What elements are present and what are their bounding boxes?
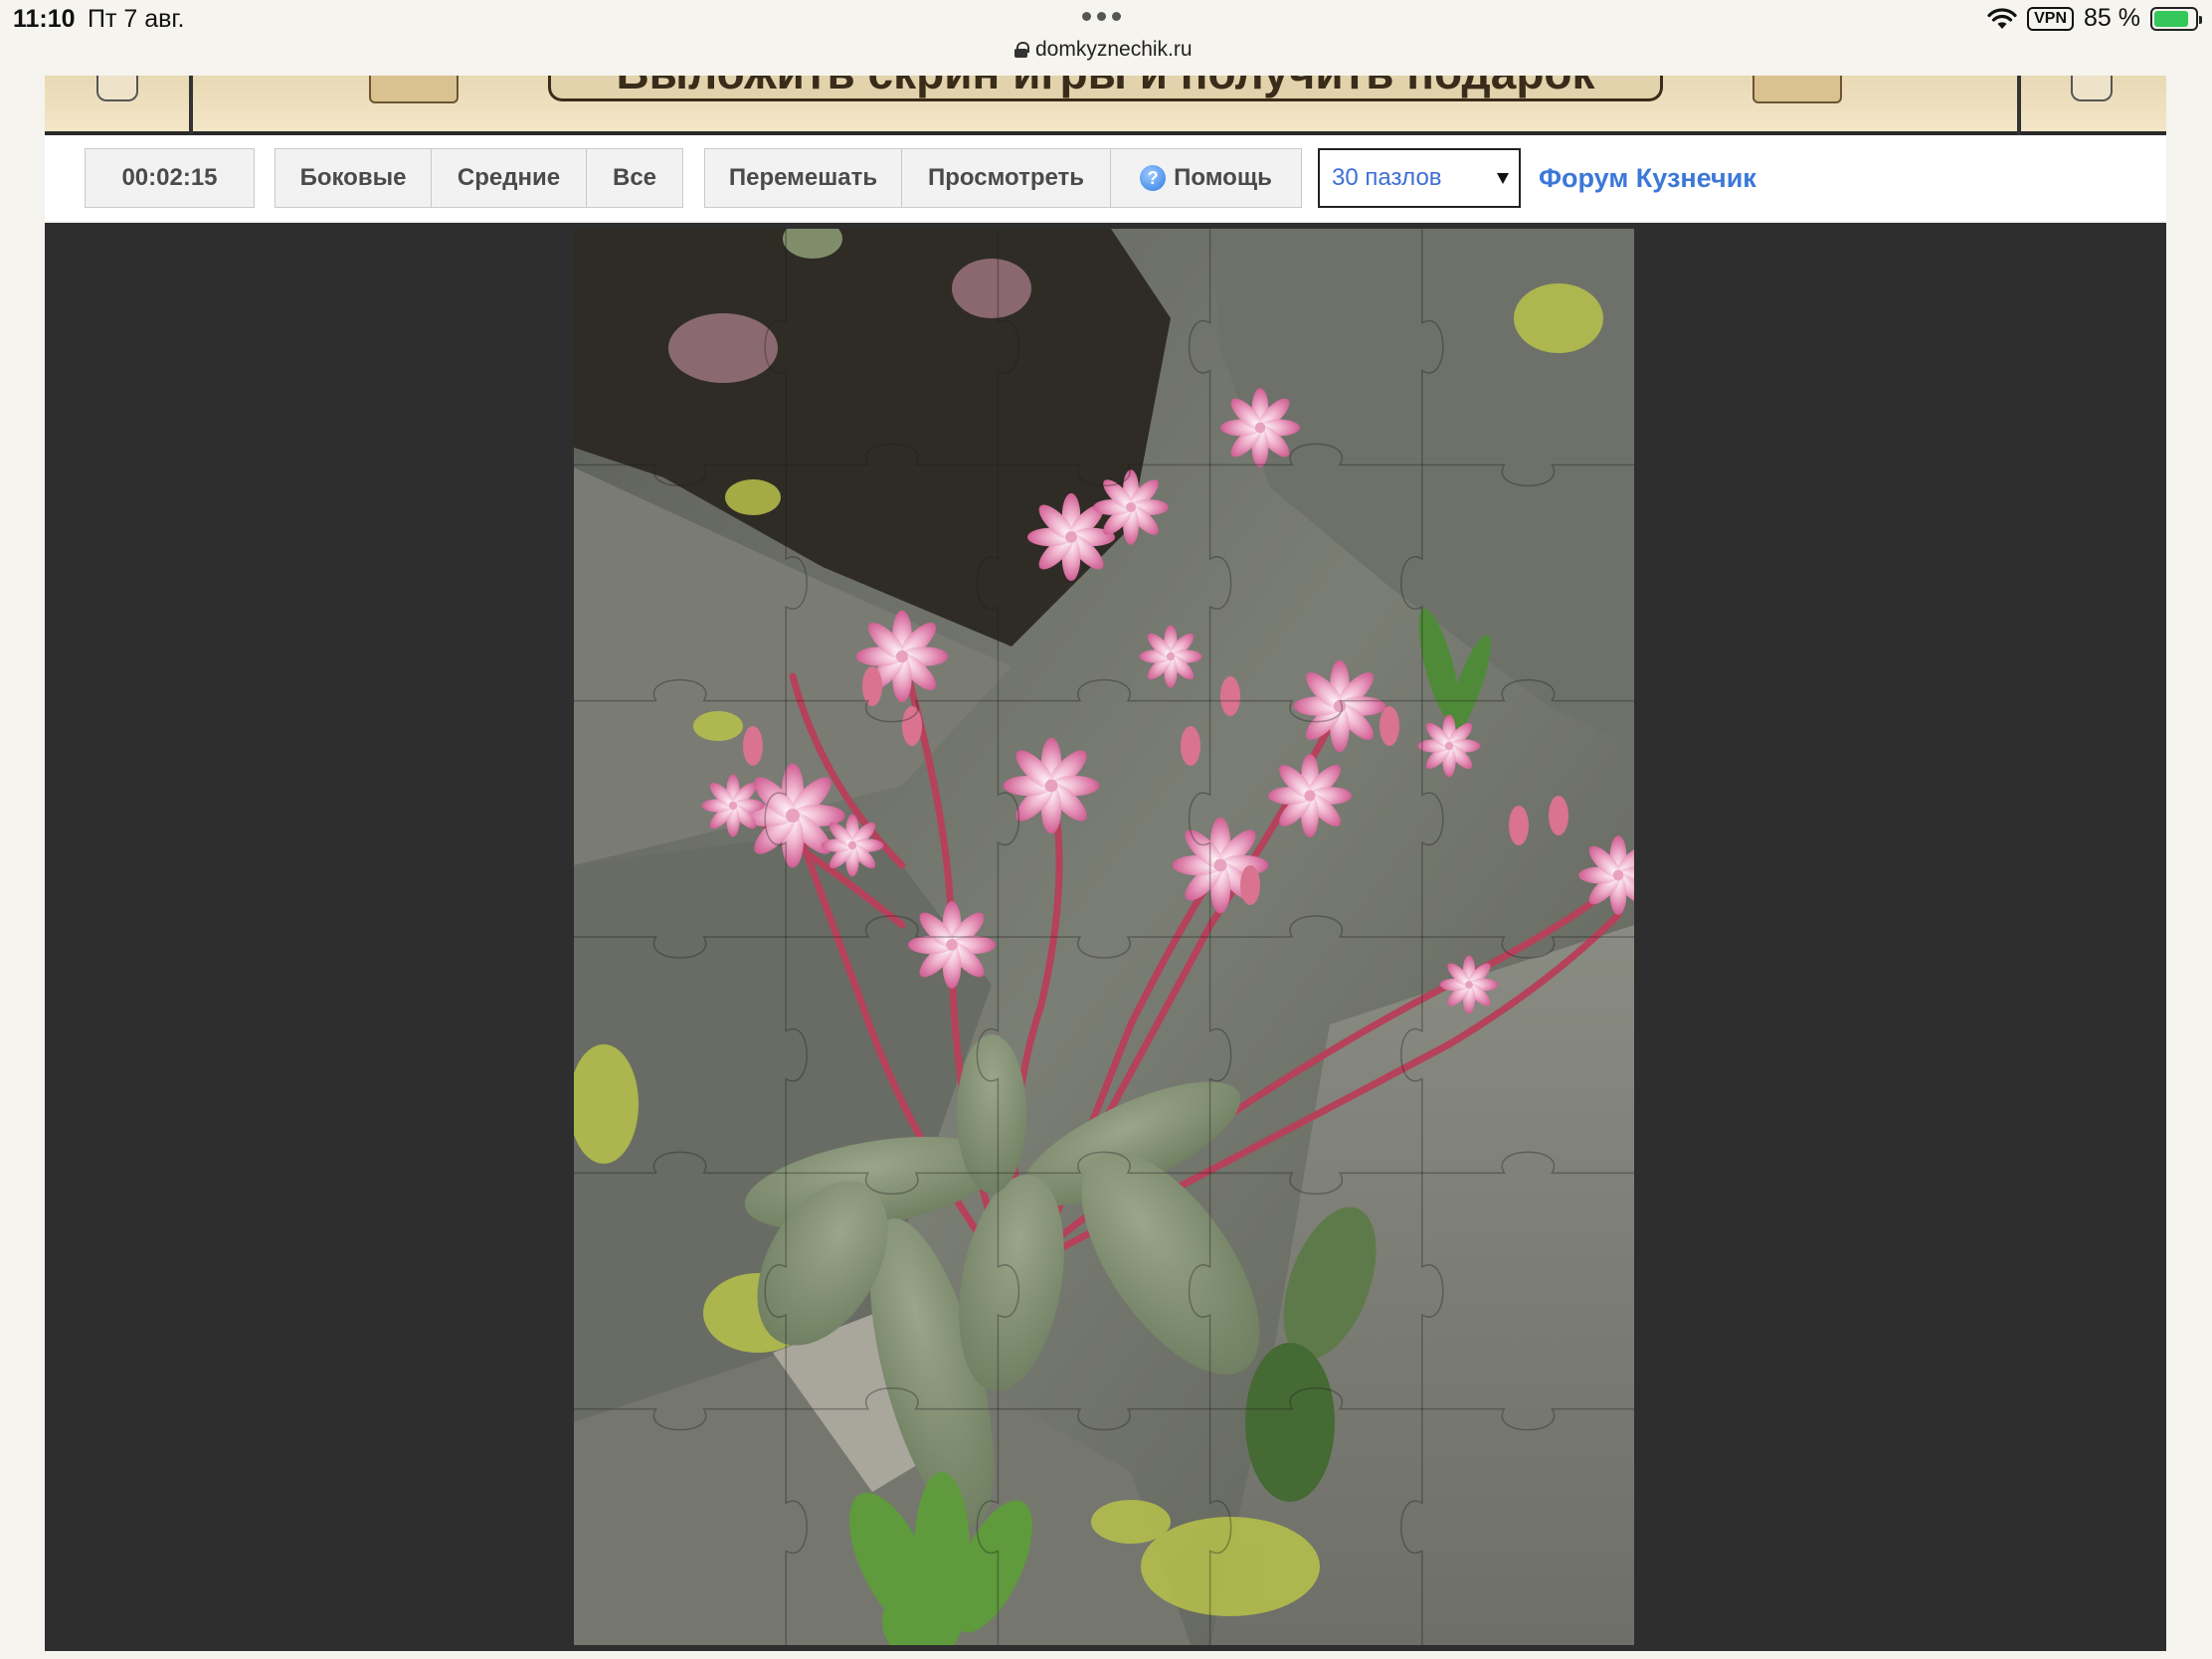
flower-icon xyxy=(1293,659,1386,753)
chevron-down-icon xyxy=(1497,173,1509,184)
help-button[interactable]: ? Помощь xyxy=(1111,149,1301,207)
timer-text: 00:02:15 xyxy=(121,164,218,191)
filter-middle-label: Средние xyxy=(457,164,561,191)
forum-link[interactable]: Форум Кузнечик xyxy=(1539,163,1756,194)
flower-icon xyxy=(1220,388,1300,467)
flower-icon xyxy=(740,763,845,868)
wifi-icon xyxy=(1987,7,2017,29)
status-right: VPN 85 % xyxy=(1987,4,2202,33)
banner-ornament xyxy=(2071,76,2113,101)
shuffle-label: Перемешать xyxy=(728,164,878,191)
flower-bud xyxy=(1509,806,1529,845)
flower-icon xyxy=(1093,469,1169,545)
puzzle-toolbar: 00:02:15 Боковые Средние Все Перемешать … xyxy=(45,135,2166,221)
timer-display: 00:02:15 xyxy=(85,148,255,208)
banner-post xyxy=(2017,76,2021,135)
flower-icon xyxy=(907,900,997,990)
flower-bud xyxy=(1181,726,1200,766)
flower-icon xyxy=(1417,714,1481,778)
vpn-badge: VPN xyxy=(2027,6,2075,31)
flower-bud xyxy=(743,726,763,766)
puzzle-artwork[interactable] xyxy=(574,229,1634,1645)
gift-chest-icon xyxy=(369,76,459,103)
gift-chest-icon xyxy=(1752,76,1842,103)
help-icon: ? xyxy=(1140,165,1167,191)
flower-bud xyxy=(1240,865,1260,905)
pieces-count-select[interactable]: 30 пазлов xyxy=(1318,148,1521,208)
flower-icon xyxy=(701,774,765,837)
puzzle-board xyxy=(45,223,2166,1651)
puzzle-image[interactable] xyxy=(574,229,1634,1645)
filter-edges-label: Боковые xyxy=(299,164,407,191)
address-bar[interactable]: domkyznechik.ru xyxy=(1014,38,1193,62)
site-banner: Выложить скрин игры и получить подарок xyxy=(45,76,2166,135)
banner-ornament xyxy=(96,76,138,101)
status-time: 11:10 xyxy=(13,5,76,33)
flower-bud xyxy=(1220,676,1240,716)
flower-icon xyxy=(1268,754,1352,837)
pieces-count-value: 30 пазлов xyxy=(1332,164,1442,191)
filter-edges-button[interactable]: Боковые xyxy=(276,149,432,207)
battery-icon xyxy=(2150,6,2202,31)
lock-icon xyxy=(1014,42,1029,58)
flower-bud xyxy=(1549,796,1568,835)
flower-icon xyxy=(821,814,884,877)
flower-bud xyxy=(902,706,922,746)
filter-all-button[interactable]: Все xyxy=(587,149,682,207)
filter-middle-button[interactable]: Средние xyxy=(432,149,587,207)
preview-label: Просмотреть xyxy=(927,164,1085,191)
filter-group: Боковые Средние Все xyxy=(275,148,683,208)
status-date: Пт 7 авг. xyxy=(88,5,185,33)
banner-post xyxy=(189,76,193,135)
url-text: domkyznechik.ru xyxy=(1035,38,1193,61)
actions-group: Перемешать Просмотреть ? Помощь xyxy=(704,148,1302,208)
flower-icon xyxy=(1139,625,1202,688)
flower-icon xyxy=(1439,955,1499,1014)
flower-bud xyxy=(1380,706,1399,746)
shuffle-button[interactable]: Перемешать xyxy=(705,149,902,207)
status-bar: 11:10 Пт 7 авг. domkyznechik.ru VPN 85 % xyxy=(0,0,2212,76)
banner-title-plate[interactable]: Выложить скрин игры и получить подарок xyxy=(548,76,1663,101)
help-label: Помощь xyxy=(1174,164,1272,191)
flower-icon xyxy=(1003,737,1100,834)
more-dots-icon[interactable] xyxy=(1082,12,1121,21)
filter-all-label: Все xyxy=(612,164,657,191)
preview-button[interactable]: Просмотреть xyxy=(902,149,1111,207)
banner-title: Выложить скрин игры и получить подарок xyxy=(551,76,1660,98)
battery-percent: 85 % xyxy=(2084,4,2140,32)
